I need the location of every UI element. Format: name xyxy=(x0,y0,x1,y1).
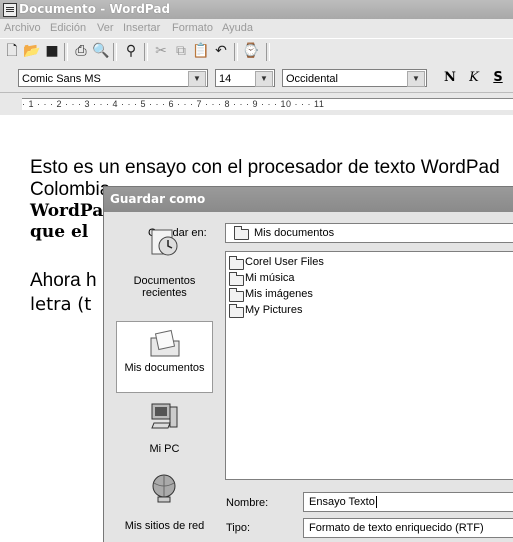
doc-line-5: Ahora h xyxy=(30,270,97,291)
toolbar-separator xyxy=(64,43,68,61)
place-recent[interactable]: Documentos recientes xyxy=(116,224,213,314)
ruler-scale: · 1 · · · 2 · · · 3 · · · 4 · · · 5 · · … xyxy=(22,98,513,110)
chevron-down-icon[interactable]: ▼ xyxy=(407,71,425,87)
file-name: Mis imágenes xyxy=(245,288,313,300)
list-item[interactable]: Mis imágenes xyxy=(228,288,313,302)
paste-icon[interactable]: 📋 xyxy=(192,43,210,60)
toolbar-separator xyxy=(144,43,148,61)
network-places-icon xyxy=(152,474,176,503)
file-name-input[interactable]: Ensayo Texto xyxy=(303,492,513,512)
ruler[interactable]: ⧖ · 1 · · · 2 · · · 3 · · · 4 · · · 5 · … xyxy=(0,93,513,115)
look-in-value: Mis documentos xyxy=(254,227,335,239)
file-list[interactable]: Corel User Files Mi música Mis imágenes … xyxy=(225,251,513,480)
file-type-select[interactable]: Formato de texto enriquecido (RTF) xyxy=(303,518,513,538)
place-my-documents[interactable]: Mis documentos xyxy=(116,321,213,393)
computer-icon xyxy=(151,403,178,429)
format-bar: Comic Sans MS ▼ 14 ▼ Occidental ▼ N K S xyxy=(0,64,513,93)
standard-toolbar: 🗋 📂 ■ ⎙ 🔍 ⚲ ✂ ⧉ 📋 ↶ ⌚ xyxy=(0,38,513,66)
new-icon[interactable]: 🗋 xyxy=(3,43,21,60)
toolbar-separator xyxy=(113,43,117,61)
recent-documents-icon xyxy=(151,229,178,256)
insert-datetime-icon[interactable]: ⌚ xyxy=(242,43,260,60)
list-item[interactable]: Corel User Files xyxy=(228,256,324,270)
file-type-label: Tipo: xyxy=(226,522,251,534)
list-item[interactable]: My Pictures xyxy=(228,304,303,318)
file-name-label: Nombre: xyxy=(226,497,269,509)
menu-insertar[interactable]: Insertar xyxy=(123,22,160,34)
doc-line-1: Esto es un ensayo con el procesador de t… xyxy=(30,157,500,178)
look-in-select[interactable]: Mis documentos xyxy=(225,223,513,243)
save-as-dialog: Guardar como Guardar en: Mis documentos … xyxy=(103,186,513,542)
menu-ver[interactable]: Ver xyxy=(97,22,114,34)
menu-archivo[interactable]: Archivo xyxy=(4,22,41,34)
undo-icon[interactable]: ↶ xyxy=(212,43,230,60)
font-size-value: 14 xyxy=(219,73,232,85)
file-name: My Pictures xyxy=(245,304,303,316)
print-icon[interactable]: ⎙ xyxy=(72,43,90,60)
cut-icon[interactable]: ✂ xyxy=(152,43,170,60)
doc-line-6: letra (t xyxy=(30,294,92,315)
menu-ayuda[interactable]: Ayuda xyxy=(222,22,253,34)
place-my-documents-label: Mis documentos xyxy=(124,362,205,374)
save-icon[interactable]: ■ xyxy=(43,43,61,60)
place-network-label: Mis sitios de red xyxy=(124,520,205,532)
place-recent-label: Documentos recientes xyxy=(133,275,196,299)
copy-icon[interactable]: ⧉ xyxy=(172,43,190,60)
title-bar: Documento - WordPad xyxy=(0,0,513,20)
print-preview-icon[interactable]: 🔍 xyxy=(92,43,110,60)
text-cursor xyxy=(375,496,377,508)
bold-button[interactable]: N xyxy=(442,70,458,86)
file-type-value: Formato de texto enriquecido (RTF) xyxy=(309,522,484,534)
place-my-computer-label: Mi PC xyxy=(149,443,180,455)
doc-line-4: que el xyxy=(30,222,89,242)
chevron-down-icon[interactable]: ▼ xyxy=(255,71,273,87)
place-network[interactable]: Mis sitios de red xyxy=(116,471,213,541)
wordpad-app-icon[interactable] xyxy=(3,3,17,17)
script-select[interactable]: Occidental ▼ xyxy=(282,69,427,87)
open-icon[interactable]: 📂 xyxy=(23,43,41,60)
menu-edicion[interactable]: Edición xyxy=(50,22,86,34)
font-value: Comic Sans MS xyxy=(22,73,101,85)
music-folder-icon xyxy=(229,272,244,286)
places-bar: Documentos recientes Mis documentos Mi P… xyxy=(115,224,215,542)
folder-icon xyxy=(229,256,244,270)
file-name: Corel User Files xyxy=(245,256,324,268)
chevron-down-icon[interactable]: ▼ xyxy=(188,71,206,87)
find-icon[interactable]: ⚲ xyxy=(122,43,140,60)
font-select[interactable]: Comic Sans MS ▼ xyxy=(18,69,208,87)
dialog-title-bar: Guardar como xyxy=(104,187,513,212)
my-documents-icon xyxy=(150,329,180,357)
pictures-folder-icon xyxy=(229,288,244,302)
doc-line-2: Colombia xyxy=(30,179,111,200)
place-my-computer[interactable]: Mi PC xyxy=(116,399,213,461)
underline-button[interactable]: S xyxy=(490,70,506,86)
italic-button[interactable]: K xyxy=(466,70,482,86)
toolbar-separator xyxy=(234,43,238,61)
toolbar-separator xyxy=(266,43,270,61)
window-title: Documento - WordPad xyxy=(19,2,171,16)
dialog-title: Guardar como xyxy=(110,192,206,206)
folder-icon xyxy=(229,304,244,318)
menu-bar: Archivo Edición Ver Insertar Formato Ayu… xyxy=(0,19,513,38)
script-value: Occidental xyxy=(286,73,338,85)
menu-formato[interactable]: Formato xyxy=(172,22,213,34)
font-size-select[interactable]: 14 ▼ xyxy=(215,69,275,87)
file-name-value: Ensayo Texto xyxy=(309,496,375,508)
folder-icon xyxy=(234,226,249,240)
list-item[interactable]: Mi música xyxy=(228,272,295,286)
file-name: Mi música xyxy=(245,272,295,284)
